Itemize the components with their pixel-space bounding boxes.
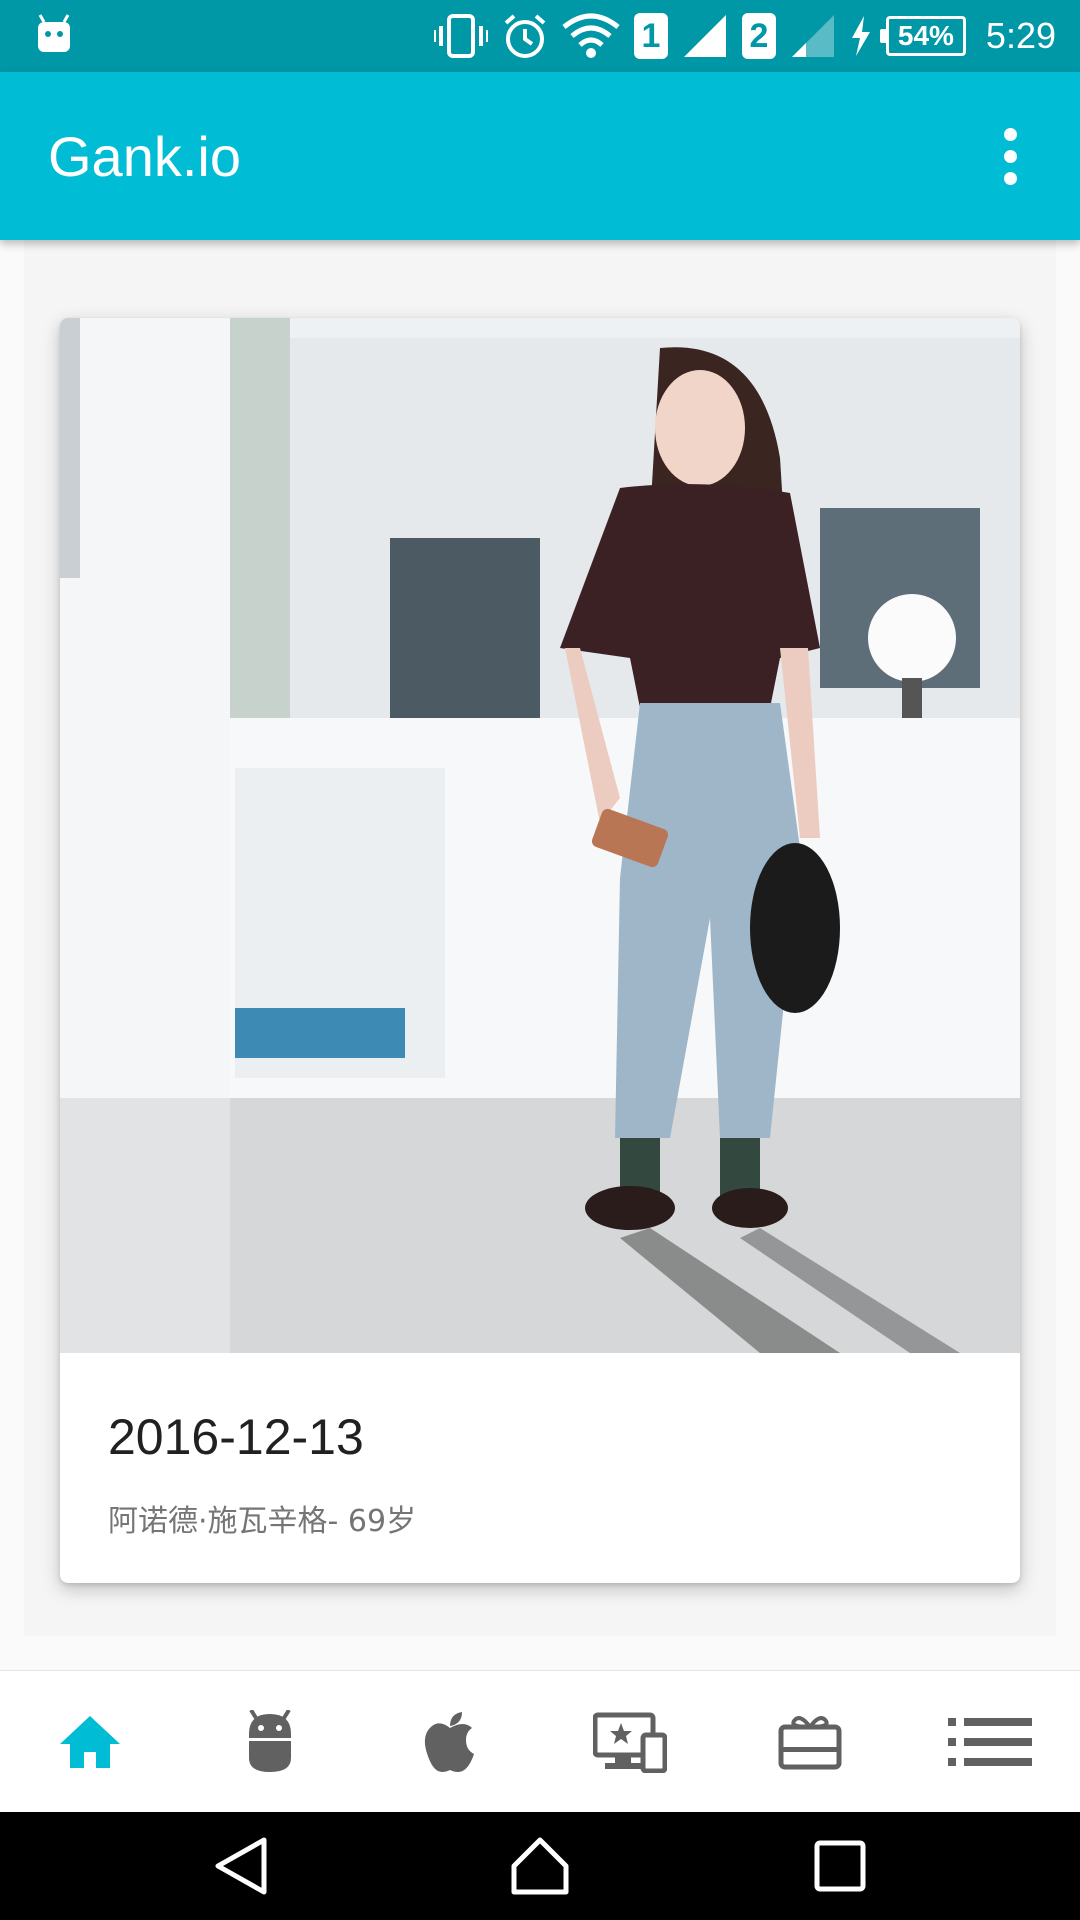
home-icon [60, 1715, 120, 1768]
gift-card-icon [778, 1715, 842, 1769]
nav-resources[interactable] [720, 1671, 900, 1812]
app-title: Gank.io [48, 124, 241, 188]
devices-star-icon [593, 1712, 667, 1773]
sim1-badge: 1 [633, 13, 668, 59]
square-icon [814, 1840, 866, 1892]
clock: 5:29 [985, 15, 1056, 56]
back-button[interactable] [210, 1836, 270, 1896]
battery-indicator: 54% [879, 16, 966, 56]
home-outline-icon [511, 1837, 569, 1895]
overflow-menu-button[interactable] [970, 116, 1050, 196]
nav-list[interactable] [900, 1671, 1080, 1812]
android-icon [249, 1709, 291, 1772]
list-icon [948, 1717, 1032, 1766]
wifi-icon [562, 13, 620, 59]
signal-weak-icon [790, 13, 836, 59]
nav-home[interactable] [0, 1671, 180, 1812]
back-triangle-icon [215, 1837, 267, 1895]
vibrate-icon [433, 14, 488, 58]
home-button[interactable] [510, 1836, 570, 1896]
post-card[interactable]: 2016-12-13 阿诺德·施瓦辛格- 69岁 [60, 318, 1020, 1583]
signal-strong-icon [682, 13, 728, 59]
charging-icon [850, 16, 872, 56]
alarm-icon [502, 13, 548, 59]
bottom-navigation [0, 1670, 1080, 1812]
nav-android[interactable] [180, 1671, 360, 1812]
card-photo[interactable] [60, 318, 1020, 1353]
recents-button[interactable] [810, 1836, 870, 1896]
photo-illustration [60, 318, 1020, 1353]
sim2-badge: 2 [741, 13, 776, 59]
app-bar: Gank.io [0, 72, 1080, 240]
more-vert-icon [1003, 127, 1017, 141]
apple-icon [424, 1711, 474, 1772]
nav-ios[interactable] [360, 1671, 540, 1812]
card-description: 阿诺德·施瓦辛格- 69岁 [108, 1504, 417, 1539]
nav-frontend[interactable] [540, 1671, 720, 1812]
card-date: 2016-12-13 [108, 1409, 364, 1465]
system-navigation-bar [0, 1812, 1080, 1920]
status-bar: 1 2 54% 5:29 [0, 0, 1080, 72]
android-notification-icon [36, 14, 72, 59]
